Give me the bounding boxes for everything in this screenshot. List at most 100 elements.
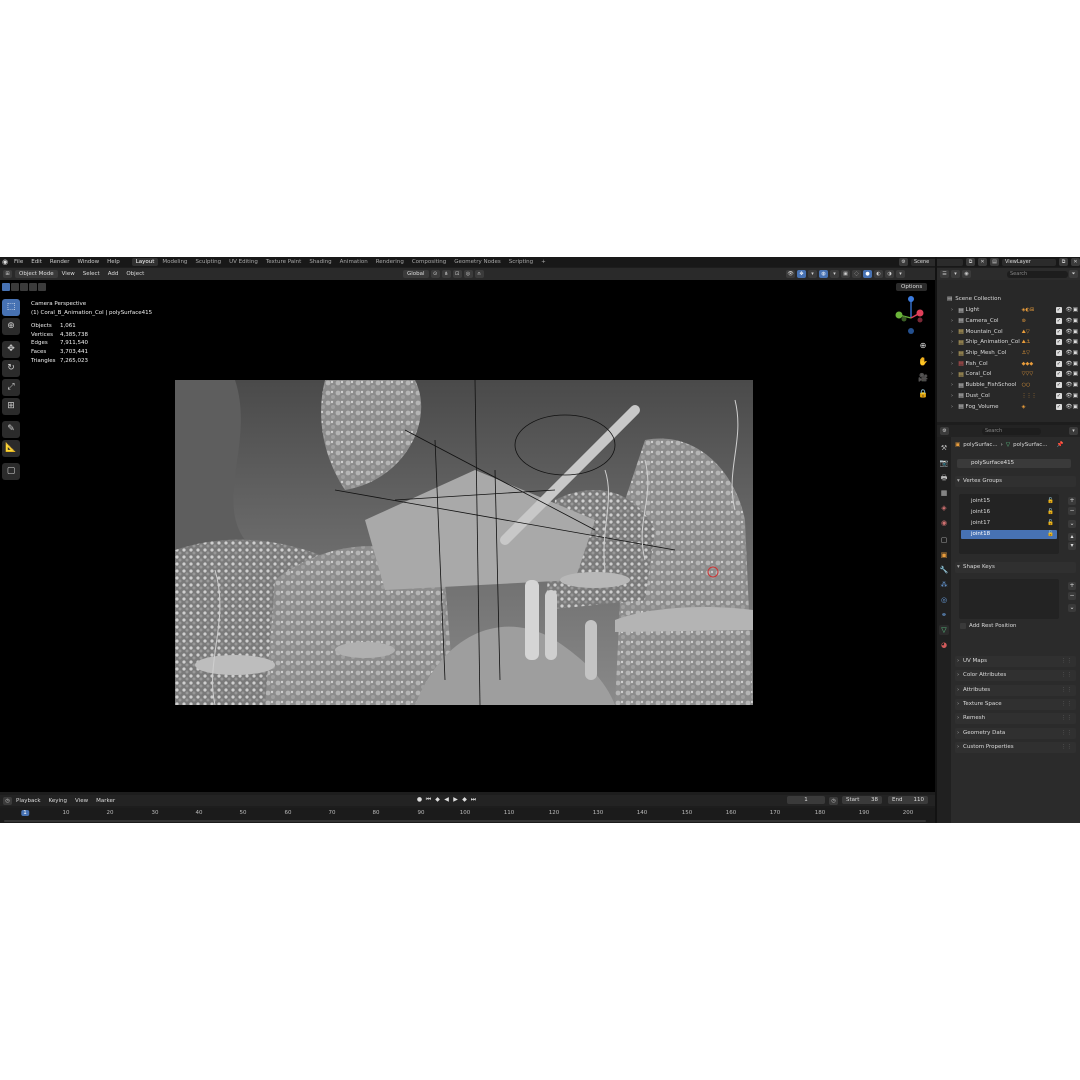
remove-vertex-group-button[interactable]: − [1068, 507, 1076, 515]
render-tab-icon[interactable]: 📷 [939, 458, 949, 468]
next-keyframe-icon[interactable]: ◆ [461, 796, 468, 804]
editor-type-icon[interactable]: ⚙ [940, 427, 949, 435]
proportional-edit-icon[interactable]: ◎ [463, 270, 473, 278]
add-cube-tool-icon[interactable]: ▢ [2, 463, 20, 480]
select-invert-icon[interactable] [29, 283, 37, 291]
eye-icon[interactable]: 👁 [1066, 382, 1073, 388]
tab-uv-editing[interactable]: UV Editing [225, 258, 262, 266]
menu-edit[interactable]: Edit [27, 259, 46, 265]
menu-render[interactable]: Render [46, 259, 74, 265]
navigation-gizmo[interactable] [888, 294, 934, 342]
properties-search-input[interactable]: Search [982, 427, 1041, 435]
eye-icon[interactable]: 👁 [1066, 361, 1073, 367]
chevron-right-icon[interactable]: › [951, 393, 958, 399]
exclude-checkbox[interactable]: ✓ [1056, 328, 1062, 335]
eye-icon[interactable]: 👁 [1066, 404, 1073, 410]
outliner-row-mountain-col[interactable]: › ▤ Mountain_Col ⛰▽ ✓ 👁 ▣ [937, 326, 1080, 337]
list-item[interactable]: joint16 🔓 [961, 508, 1057, 517]
tab-animation[interactable]: Animation [336, 258, 372, 266]
scene-collection-row[interactable]: ▤ Scene Collection [937, 294, 1001, 304]
particles-tab-icon[interactable]: ⁂ [939, 580, 949, 590]
pan-hand-icon[interactable]: ✋ [917, 356, 929, 367]
select-intersect-icon[interactable] [38, 283, 46, 291]
mesh-name-field[interactable]: polySurface415 [957, 459, 1071, 468]
gizmo-toggle-icon[interactable]: ✥ [797, 270, 806, 278]
shading-dropdown-icon[interactable]: ▾ [896, 270, 905, 278]
panel-header-custom-properties[interactable]: › Custom Properties ⋮⋮ [955, 741, 1076, 753]
output-tab-icon[interactable]: 🖶 [939, 473, 949, 483]
tab-layout[interactable]: Layout [131, 258, 159, 266]
menu-object[interactable]: Object [122, 271, 148, 277]
solid-shading-icon[interactable]: ● [863, 270, 872, 278]
lock-icon[interactable]: 🔒 [917, 388, 929, 399]
lock-icon[interactable]: 🔓 [1047, 497, 1054, 506]
tab-compositing[interactable]: Compositing [408, 258, 450, 266]
snap-target-icon[interactable]: ⊡ [452, 270, 462, 278]
drag-handle-icon[interactable]: ⋮⋮ [1061, 670, 1072, 681]
chevron-right-icon[interactable]: › [951, 318, 958, 324]
lock-icon[interactable]: 🔓 [1047, 519, 1054, 528]
transform-orientation-dropdown[interactable]: Global [403, 270, 429, 278]
exclude-checkbox[interactable]: ✓ [1056, 382, 1062, 389]
wireframe-shading-icon[interactable]: ◌ [852, 270, 861, 278]
exclude-checkbox[interactable]: ✓ [1056, 350, 1062, 357]
editor-type-icon[interactable]: ☰ [940, 270, 949, 278]
chevron-right-icon[interactable]: › [951, 329, 958, 335]
physics-tab-icon[interactable]: ◎ [939, 595, 949, 605]
chevron-right-icon[interactable]: › [951, 404, 958, 410]
shape-key-list[interactable] [959, 579, 1059, 619]
lock-icon[interactable]: 🔓 [1047, 508, 1054, 517]
menu-window[interactable]: Window [73, 259, 103, 265]
render-camera-icon[interactable]: ▣ [1073, 382, 1080, 388]
drag-handle-icon[interactable]: ⋮⋮ [1061, 742, 1072, 753]
tab-sculpting[interactable]: Sculpting [191, 258, 225, 266]
lock-icon[interactable]: 🔓 [1047, 530, 1054, 539]
collection-tab-icon[interactable]: ▢ [939, 535, 949, 545]
outliner-row-dust-col[interactable]: › ▤ Dust_Col ⋮⋮⋮ ✓ 👁 ▣ [937, 391, 1080, 402]
current-frame-marker[interactable]: 1 [21, 810, 29, 816]
shape-keys-panel-header[interactable]: ▾ Shape Keys [955, 562, 1076, 573]
list-item-selected[interactable]: joint18 🔓 [961, 530, 1057, 539]
menu-view[interactable]: View [58, 271, 79, 277]
jump-end-icon[interactable]: ⏭ [470, 796, 477, 804]
pivot-icon[interactable]: ⊙ [430, 270, 440, 278]
chevron-right-icon[interactable]: › [951, 371, 958, 377]
panel-header-texture-space[interactable]: › Texture Space ⋮⋮ [955, 698, 1076, 710]
camera-render-view[interactable] [175, 380, 753, 705]
chevron-right-icon[interactable]: › [951, 350, 958, 356]
add-vertex-group-button[interactable]: + [1068, 497, 1076, 505]
play-icon[interactable]: ▶ [452, 796, 459, 804]
blender-logo-icon[interactable]: ◉ [0, 258, 10, 266]
copy-icon[interactable]: ⧉ [966, 258, 975, 266]
menu-playback[interactable]: Playback [12, 798, 45, 804]
panel-header-color-attributes[interactable]: › Color Attributes ⋮⋮ [955, 670, 1076, 682]
render-camera-icon[interactable]: ▣ [1073, 318, 1080, 324]
transform-tool-icon[interactable]: ⊞ [2, 398, 20, 415]
move-down-icon[interactable]: ▾ [1068, 542, 1076, 550]
add-rest-position-checkbox[interactable] [960, 623, 966, 629]
outliner-row-ship-mesh-col[interactable]: › ▤ Ship_Mesh_Col ⚓▽ ✓ 👁 ▣ [937, 348, 1080, 359]
tab-shading[interactable]: Shading [305, 258, 335, 266]
render-camera-icon[interactable]: ▣ [1073, 329, 1080, 335]
panel-header-uv-maps[interactable]: › UV Maps ⋮⋮ [955, 656, 1076, 667]
panel-header-geometry-data[interactable]: › Geometry Data ⋮⋮ [955, 727, 1076, 739]
panel-header-attributes[interactable]: › Attributes ⋮⋮ [955, 684, 1076, 696]
xray-icon[interactable]: ▣ [841, 270, 850, 278]
constraints-tab-icon[interactable]: ⚭ [939, 610, 949, 620]
3d-viewport[interactable]: Options ⬚ ⊕ ✥ ↻ ⤢ ⊞ ✎ 📐 ▢ Camera Perspec… [0, 280, 935, 792]
render-camera-icon[interactable]: ▣ [1073, 307, 1080, 313]
render-camera-icon[interactable]: ▣ [1073, 350, 1080, 356]
drag-handle-icon[interactable]: ⋮⋮ [1061, 685, 1072, 696]
visibility-icon[interactable]: 👁 [786, 270, 795, 278]
outliner-row-fog-volume[interactable]: › ▤ Fog_Volume ◈ ✓ 👁 ▣ [937, 401, 1080, 412]
eye-icon[interactable]: 👁 [1066, 318, 1073, 324]
filter-icon[interactable]: ⏷ [1069, 270, 1078, 278]
mode-dropdown[interactable]: Object Mode [15, 270, 58, 278]
scale-tool-icon[interactable]: ⤢ [2, 379, 20, 396]
cursor-tool-icon[interactable]: ⊕ [2, 318, 20, 335]
tab-rendering[interactable]: Rendering [372, 258, 408, 266]
drag-handle-icon[interactable]: ⋮⋮ [1061, 728, 1072, 739]
rendered-shading-icon[interactable]: ◑ [885, 270, 894, 278]
move-up-icon[interactable]: ▴ [1068, 533, 1076, 541]
vertex-group-specials-icon[interactable]: ⌄ [1068, 520, 1076, 528]
